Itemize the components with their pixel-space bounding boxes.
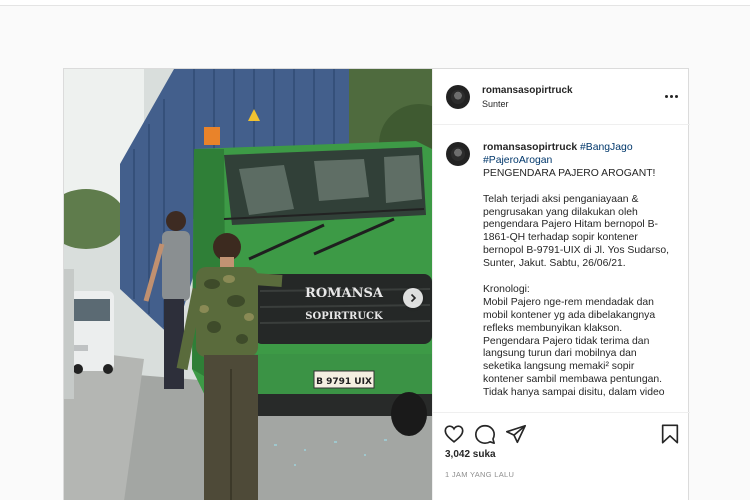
post-timestamp[interactable]: 1 JAM YANG LALU — [445, 470, 514, 479]
caption-line: 1861-QH terhadap sopir kontener — [483, 232, 638, 244]
caption-line: bernopol B-9791-UIX di Jl. Yos Sudarso, — [483, 245, 669, 257]
heart-icon[interactable] — [443, 423, 465, 445]
more-options-icon[interactable] — [662, 89, 680, 103]
post-header: romansasopirtruck Sunter — [433, 69, 690, 125]
caption-line: Kronologi: — [483, 283, 530, 295]
caption-line: Mobil Pajero nge-rem mendadak dan — [483, 296, 654, 308]
caption-blank-line — [483, 271, 681, 284]
caption-avatar[interactable] — [446, 142, 470, 166]
next-media-button[interactable] — [403, 288, 423, 308]
truck-logo-line2: SOPIRTRUCK — [305, 311, 383, 322]
caption-line: PENGENDARA PAJERO AROGANT! — [483, 167, 656, 179]
caption-line: pengendara Pajero Hitam bernopol B- — [483, 219, 659, 231]
caption-line: seketika langsung memaki² sopir — [483, 361, 635, 373]
post-actions: 3,042 suka 1 JAM YANG LALU — [433, 412, 690, 500]
header-username[interactable]: romansasopirtruck — [482, 85, 573, 96]
hashtag-link[interactable]: #PajeroArogan — [483, 155, 552, 166]
hashtag-link[interactable]: #BangJago — [580, 142, 633, 153]
caption-line: langsung turun dari mobilnya dan — [483, 348, 637, 360]
caption-line: kontener sambil membawa pentungan. — [483, 374, 663, 386]
avatar[interactable] — [446, 85, 470, 109]
caption-line: pengrusakan yang dilakukan oleh — [483, 206, 638, 218]
license-plate: B 9791 UIX — [316, 377, 372, 387]
caption-line: mobil kontener yg ada dibelakangnya — [483, 309, 656, 321]
post-media[interactable]: ROMANSA SOPIRTRUCK B 9791 UIX — [64, 69, 432, 500]
truck-logo-line1: ROMANSA — [305, 286, 384, 301]
caption-line: Sunter, Jakut. Sabtu, 26/06/21. — [483, 258, 626, 270]
post-side-panel: romansasopirtruck Sunter romansasopirtru… — [432, 69, 690, 500]
caption-line: Pengendara Pajero tidak terima dan — [483, 335, 650, 347]
caption-text: romansasopirtruck #BangJago #PajeroAroga… — [483, 142, 681, 400]
caption-body: PENGENDARA PAJERO AROGANT! Telah terjadi … — [483, 168, 681, 400]
post-photo: ROMANSA SOPIRTRUCK B 9791 UIX — [64, 69, 432, 500]
post-caption: romansasopirtruck #BangJago #PajeroAroga… — [433, 126, 690, 412]
caption-line: Tidak hanya sampai disitu, dalam video — [483, 387, 665, 399]
top-divider — [0, 0, 750, 6]
header-location[interactable]: Sunter — [482, 99, 509, 109]
caption-blank-line — [483, 181, 681, 194]
share-icon[interactable] — [505, 423, 527, 445]
caption-line: refleks membunyikan klakson. — [483, 322, 623, 334]
caption-username[interactable]: romansasopirtruck — [483, 142, 577, 153]
instagram-post: ROMANSA SOPIRTRUCK B 9791 UIX romansasop… — [63, 68, 690, 500]
chevron-right-icon — [410, 293, 417, 303]
like-count[interactable]: 3,042 suka — [445, 449, 496, 460]
bookmark-icon[interactable] — [659, 423, 681, 445]
caption-line: Telah terjadi aksi penganiayaan & — [483, 193, 639, 205]
comment-icon[interactable] — [474, 423, 496, 445]
